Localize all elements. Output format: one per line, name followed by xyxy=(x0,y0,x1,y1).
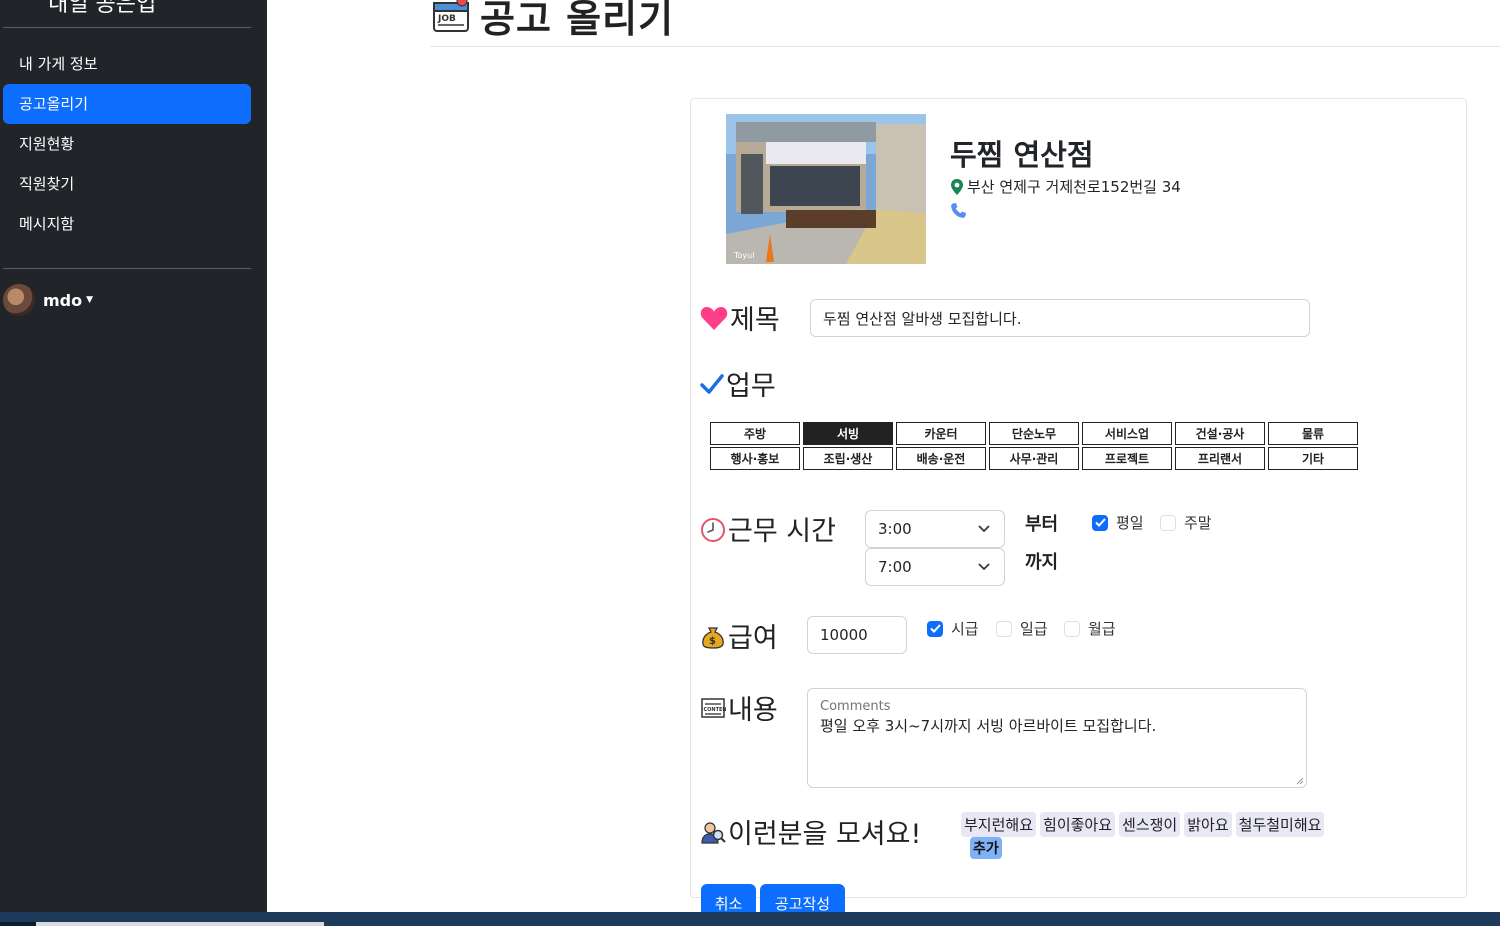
username: mdo xyxy=(43,290,83,310)
chevron-down-icon xyxy=(978,525,990,533)
store-address-text: 부산 연제구 거제천로152번길 34 xyxy=(967,178,1181,196)
add-tag-button[interactable]: 추가 xyxy=(970,837,1002,859)
to-label: 까지 xyxy=(1025,552,1059,573)
comments-textarea[interactable]: Comments 평일 오후 3시~7시까지 서빙 아르바이트 모집합니다. xyxy=(807,688,1307,788)
job-option[interactable]: 카운터 xyxy=(896,422,986,445)
start-time-value: 3:00 xyxy=(878,520,912,538)
sidebar-item-find-staff[interactable]: 직원찾기 xyxy=(3,164,251,204)
comments-floating-label: Comments xyxy=(820,699,891,714)
job-option[interactable]: 건설·공사 xyxy=(1175,422,1265,445)
job-option[interactable]: 기타 xyxy=(1268,447,1358,470)
resize-handle-icon[interactable] xyxy=(1295,776,1304,785)
checkbox-checked[interactable] xyxy=(927,620,943,637)
job-label: 업무 xyxy=(700,364,776,403)
strip-segment xyxy=(36,922,324,926)
job-option[interactable]: 행사·홍보 xyxy=(710,447,800,470)
job-label-text: 업무 xyxy=(726,371,776,402)
svg-text:$: $ xyxy=(709,636,716,647)
pay-input[interactable]: 10000 xyxy=(807,616,907,654)
title-input[interactable]: 두찜 연산점 알바생 모집합니다. xyxy=(810,299,1310,337)
bottom-strip xyxy=(0,912,1500,926)
wanted-label-text: 이런분을 모셔요! xyxy=(728,819,922,850)
avatar xyxy=(3,284,35,316)
check-icon xyxy=(700,373,724,394)
sidebar-item-messages[interactable]: 메시지함 xyxy=(3,204,251,244)
checkbox-unchecked[interactable] xyxy=(996,620,1012,637)
weekend-label: 주말 xyxy=(1184,514,1212,532)
pay-label-text: 급여 xyxy=(728,623,778,654)
content-icon: CONTENT xyxy=(701,697,727,718)
job-option[interactable]: 사무·관리 xyxy=(989,447,1079,470)
money-bag-icon: $ xyxy=(702,626,724,649)
monthly-checkbox[interactable]: 월급 xyxy=(1064,618,1116,639)
trait-tag[interactable]: 부지런해요 xyxy=(961,812,1037,837)
job-option[interactable]: 배송·운전 xyxy=(896,447,986,470)
trait-tag[interactable]: 센스쟁이 xyxy=(1119,812,1181,837)
sidebar-item-applications[interactable]: 지원현황 xyxy=(3,124,251,164)
svg-text:Toyul: Toyul xyxy=(733,251,754,260)
hourly-checkbox[interactable]: 시급 xyxy=(927,618,979,639)
phone-icon[interactable] xyxy=(950,202,967,219)
start-time-select[interactable]: 3:00 xyxy=(865,510,1005,548)
weekend-checkbox[interactable]: 주말 xyxy=(1160,512,1212,533)
svg-text:JOB: JOB xyxy=(437,14,456,24)
trait-tag[interactable]: 힘이좋아요 xyxy=(1040,812,1116,837)
checkbox-unchecked[interactable] xyxy=(1064,620,1080,637)
title-label-text: 제목 xyxy=(730,305,780,336)
hourly-label: 시급 xyxy=(951,620,979,638)
content-label: CONTENT 내용 xyxy=(700,688,778,727)
monthly-label: 월급 xyxy=(1088,620,1116,638)
heart-icon xyxy=(700,306,728,330)
end-time-value: 7:00 xyxy=(878,558,912,576)
store-photo: Toyul xyxy=(726,114,926,264)
job-option[interactable]: 단순노무 xyxy=(989,422,1079,445)
recruiter-icon xyxy=(701,821,726,844)
user-menu[interactable]: mdo ▼ xyxy=(3,284,93,316)
job-option[interactable]: 조립·생산 xyxy=(803,447,893,470)
daily-checkbox[interactable]: 일급 xyxy=(996,618,1048,639)
map-pin-icon xyxy=(951,178,963,195)
trait-tag[interactable]: 철두철미해요 xyxy=(1235,812,1325,837)
chevron-down-icon xyxy=(978,563,990,571)
pay-label: $ 급여 xyxy=(700,616,778,655)
time-label-text: 근무 시간 xyxy=(728,516,836,547)
trait-tags: 부지런해요 힘이좋아요 센스쟁이 밝아요 철두철미해요 xyxy=(961,812,1325,837)
caret-down-icon: ▼ xyxy=(86,295,94,305)
svg-text:CONTENT: CONTENT xyxy=(704,707,727,713)
comments-text: 평일 오후 3시~7시까지 서빙 아르바이트 모집합니다. xyxy=(820,717,1157,735)
wanted-label: 이런분을 모셔요! xyxy=(700,812,921,851)
job-board-icon: JOB xyxy=(433,0,469,32)
brand-title: 내일 공은업 xyxy=(48,0,157,17)
sidebar-divider xyxy=(3,268,251,269)
page-header: JOB 공고 올리기 xyxy=(430,0,674,43)
time-label: 근무 시간 xyxy=(700,509,836,548)
end-time-select[interactable]: 7:00 xyxy=(865,548,1005,586)
sidebar-divider xyxy=(3,27,251,28)
checkbox-checked[interactable] xyxy=(1092,514,1108,531)
weekday-label: 평일 xyxy=(1116,514,1144,532)
content-label-text: 내용 xyxy=(728,695,778,726)
title-label: 제목 xyxy=(700,298,780,337)
sidebar: 내일 공은업 내 가게 정보 공고올리기 지원현황 직원찾기 메시지함 mdo … xyxy=(0,0,267,912)
job-option[interactable]: 주방 xyxy=(710,422,800,445)
sidebar-item-post-job[interactable]: 공고올리기 xyxy=(3,84,251,124)
strip-segment xyxy=(0,922,36,926)
from-label: 부터 xyxy=(1025,514,1059,535)
sidebar-item-store-info[interactable]: 내 가게 정보 xyxy=(3,44,251,84)
job-option[interactable]: 프로젝트 xyxy=(1082,447,1172,470)
store-name: 두찜 연산점 xyxy=(950,138,1094,172)
store-address: 부산 연제구 거제천로152번길 34 xyxy=(950,176,1181,197)
clock-icon xyxy=(701,517,725,542)
trait-tag[interactable]: 밝아요 xyxy=(1184,812,1232,837)
job-category-grid: 주방 서빙 카운터 단순노무 서비스업 건설·공사 물류 행사·홍보 조립·생산… xyxy=(710,422,1358,470)
job-option-selected[interactable]: 서빙 xyxy=(803,422,893,445)
job-option[interactable]: 프리랜서 xyxy=(1175,447,1265,470)
page-title: 공고 올리기 xyxy=(480,0,675,41)
checkbox-unchecked[interactable] xyxy=(1160,514,1176,531)
header-divider xyxy=(430,46,1500,47)
job-option[interactable]: 물류 xyxy=(1268,422,1358,445)
job-option[interactable]: 서비스업 xyxy=(1082,422,1172,445)
daily-label: 일급 xyxy=(1020,620,1048,638)
weekday-checkbox[interactable]: 평일 xyxy=(1092,512,1144,533)
